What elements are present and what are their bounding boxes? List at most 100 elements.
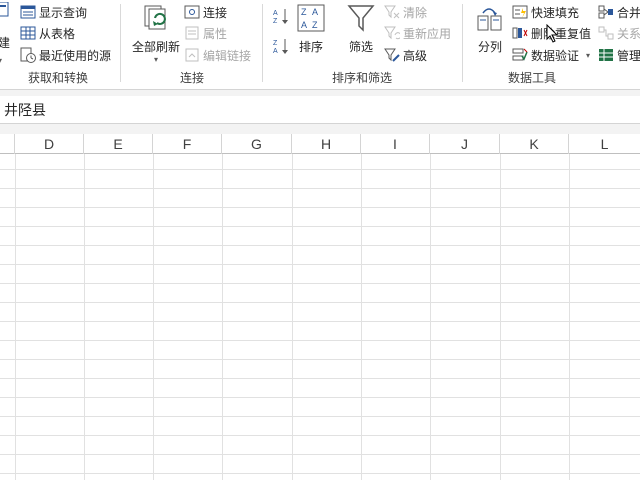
text-to-columns-button[interactable]: 分列 bbox=[472, 4, 508, 55]
relationships-button[interactable]: 关系 bbox=[598, 23, 640, 43]
chevron-down-icon: ▾ bbox=[586, 50, 591, 60]
gridline bbox=[0, 397, 640, 398]
column-header-row: D E F G H I J K L bbox=[0, 134, 640, 154]
chevron-down-icon: ▾ bbox=[153, 55, 158, 64]
advanced-label: 高级 bbox=[403, 48, 428, 63]
get-data-dropdown[interactable]: ▾ bbox=[0, 50, 2, 70]
group-label-sort-filter: 排序和筛选 bbox=[331, 71, 392, 85]
connections-button[interactable]: 连接 bbox=[184, 2, 227, 22]
clear-filter-icon bbox=[384, 4, 400, 20]
column-header-e[interactable]: E bbox=[84, 134, 153, 154]
properties-label: 属性 bbox=[203, 26, 228, 41]
reapply-icon bbox=[384, 25, 402, 41]
group-label-connections: 连接 bbox=[179, 71, 204, 85]
properties-button[interactable]: 属性 bbox=[184, 23, 227, 43]
gridline bbox=[84, 154, 85, 480]
manage-data-model-button[interactable]: 管理 bbox=[598, 45, 640, 65]
gridline bbox=[292, 154, 293, 480]
flash-fill-icon bbox=[512, 4, 528, 20]
text-to-columns-icon bbox=[475, 4, 505, 34]
manage-label: 管理 bbox=[617, 48, 640, 63]
group-label-get-transform: 获取和转换 bbox=[27, 71, 88, 85]
data-validation-button[interactable]: 数据验证 ▾ bbox=[512, 45, 590, 65]
column-header-l[interactable]: L bbox=[569, 134, 640, 154]
recent-sources-button[interactable]: 最近使用的源 bbox=[20, 45, 111, 65]
gridline bbox=[15, 154, 16, 480]
filter-label: 筛选 bbox=[348, 40, 373, 54]
data-validation-icon bbox=[512, 47, 528, 63]
new-query-icon bbox=[0, 1, 10, 18]
consolidate-button[interactable]: 合并 bbox=[598, 2, 640, 22]
sort-descending-icon: ZA bbox=[272, 37, 290, 55]
column-header-i[interactable]: I bbox=[361, 134, 430, 154]
new-query-button[interactable]: 建 bbox=[0, 1, 14, 51]
refresh-all-icon bbox=[141, 4, 171, 34]
sort-button[interactable]: ZAAZ 排序 bbox=[296, 4, 326, 55]
svg-text:Z: Z bbox=[273, 40, 278, 47]
recent-sources-label: 最近使用的源 bbox=[39, 48, 112, 63]
column-header-h[interactable]: H bbox=[292, 134, 361, 154]
group-connections: 全部刷新 ▾ 连接 属性 编辑链接 连接 bbox=[122, 0, 262, 90]
column-header-g[interactable]: G bbox=[222, 134, 292, 154]
flash-fill-button[interactable]: 快速填充 bbox=[512, 2, 579, 22]
svg-text:Z: Z bbox=[273, 18, 278, 25]
column-header-d[interactable]: D bbox=[15, 134, 84, 154]
formula-bar[interactable]: 井陉县 bbox=[0, 96, 640, 124]
flash-fill-label: 快速填充 bbox=[531, 5, 580, 20]
refresh-all-button[interactable]: 全部刷新 ▾ bbox=[130, 4, 182, 64]
advanced-filter-icon bbox=[384, 47, 400, 63]
svg-text:A: A bbox=[312, 7, 318, 17]
gridline bbox=[0, 340, 640, 341]
sort-descending-button[interactable]: ZA bbox=[272, 36, 290, 56]
ribbon: 建 显示查询 从表格 最近使用的源 ▾ 获取和转换 全部刷新 ▾ 连接 属性 编… bbox=[0, 0, 640, 90]
advanced-button[interactable]: 高级 bbox=[384, 45, 427, 65]
group-label-data-tools: 数据工具 bbox=[507, 71, 556, 85]
edit-links-button[interactable]: 编辑链接 bbox=[184, 45, 251, 65]
cell-grid[interactable] bbox=[0, 154, 640, 480]
gridline bbox=[0, 321, 640, 322]
mouse-cursor-icon bbox=[546, 23, 560, 44]
column-header-k[interactable]: K bbox=[500, 134, 569, 154]
gridline bbox=[0, 283, 640, 284]
from-table-label: 从表格 bbox=[39, 26, 76, 41]
show-queries-button[interactable]: 显示查询 bbox=[20, 2, 87, 22]
column-header-j[interactable]: J bbox=[430, 134, 500, 154]
relationships-icon bbox=[598, 25, 614, 41]
gridline bbox=[569, 154, 570, 480]
filter-button[interactable]: 筛选 bbox=[344, 4, 378, 55]
from-table-button[interactable]: 从表格 bbox=[20, 23, 75, 43]
recent-sources-icon bbox=[20, 47, 36, 63]
gridline bbox=[0, 226, 640, 227]
formula-bar-value[interactable]: 井陉县 bbox=[4, 100, 46, 120]
remove-duplicates-icon bbox=[512, 25, 528, 41]
group-get-transform: 建 显示查询 从表格 最近使用的源 ▾ 获取和转换 bbox=[0, 0, 116, 90]
gridline bbox=[0, 378, 640, 379]
gridline bbox=[0, 264, 640, 265]
group-data-tools: 分列 快速填充 删除重复值 数据验证 ▾ 合并 关系 管理 数据工具 bbox=[464, 0, 640, 90]
table-icon bbox=[20, 25, 36, 41]
column-header-f[interactable]: F bbox=[153, 134, 222, 154]
gridline bbox=[0, 207, 640, 208]
connections-icon bbox=[184, 4, 200, 20]
svg-text:Z: Z bbox=[312, 20, 318, 30]
new-query-label: 建 bbox=[0, 36, 10, 50]
sort-ascending-button[interactable]: AZ bbox=[272, 6, 290, 26]
divider bbox=[120, 4, 121, 82]
svg-text:A: A bbox=[273, 10, 278, 17]
gridline bbox=[0, 473, 640, 474]
chevron-down-icon: ▾ bbox=[0, 55, 3, 65]
filter-funnel-icon bbox=[347, 4, 375, 34]
reapply-button[interactable]: 重新应用 bbox=[384, 23, 451, 43]
clear-button[interactable]: 清除 bbox=[384, 2, 427, 22]
edit-links-icon bbox=[184, 47, 200, 63]
sort-label: 排序 bbox=[298, 40, 323, 54]
gridline bbox=[0, 359, 640, 360]
svg-text:A: A bbox=[273, 48, 278, 55]
gridline bbox=[222, 154, 223, 480]
divider bbox=[262, 4, 263, 82]
gridline bbox=[0, 454, 640, 455]
show-queries-icon bbox=[20, 4, 36, 20]
column-header-stub[interactable] bbox=[0, 134, 15, 154]
gridline bbox=[0, 188, 640, 189]
data-model-icon bbox=[598, 47, 614, 63]
